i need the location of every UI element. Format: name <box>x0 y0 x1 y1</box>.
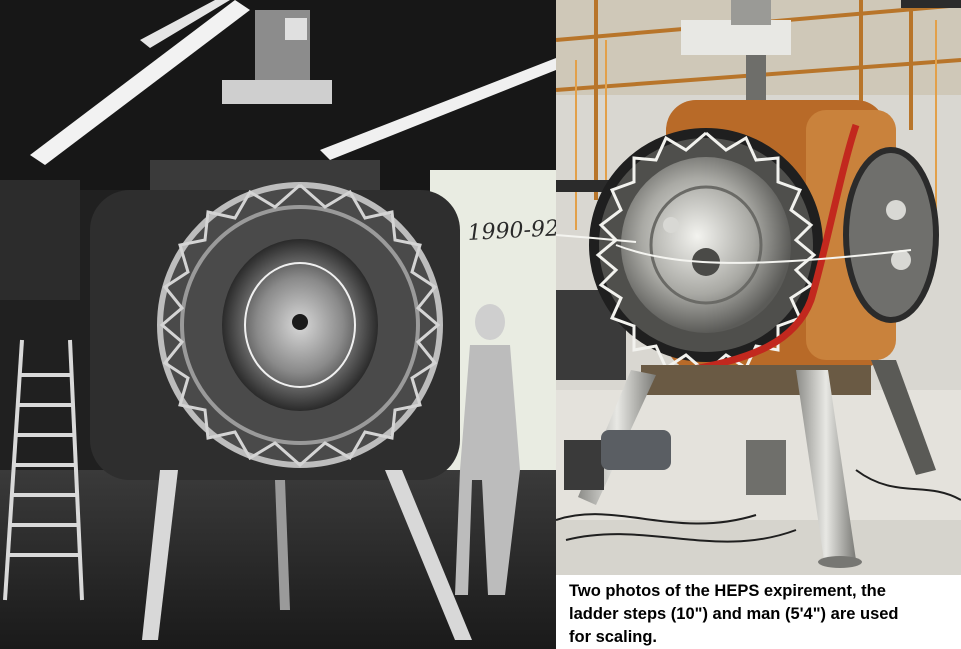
right-photo-scene <box>556 0 961 575</box>
caption: Two photos of the HEPS expirement, the l… <box>556 575 961 649</box>
left-photo-scene: 1990-92 <box>0 0 556 649</box>
handwritten-date-label: 1990-92 <box>467 216 556 246</box>
caption-text: Two photos of the HEPS expirement, the l… <box>569 582 899 646</box>
right-photo <box>556 0 961 575</box>
left-photo: 1990-92 <box>0 0 556 649</box>
